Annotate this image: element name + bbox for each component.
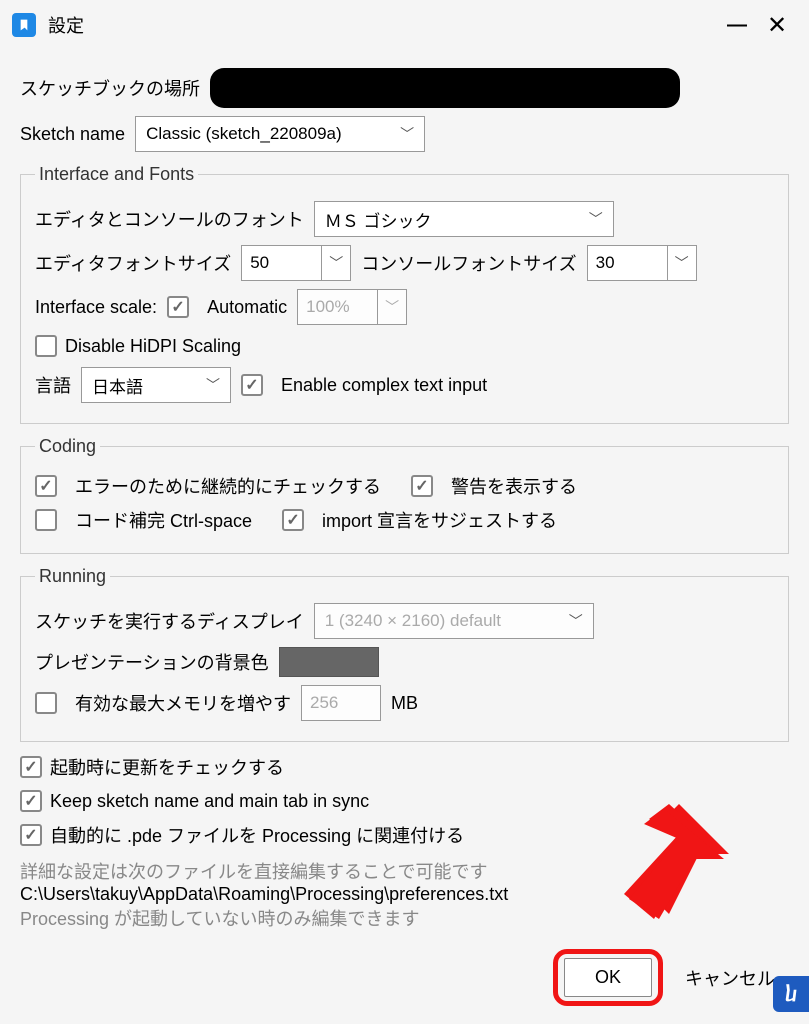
max-memory-checkbox[interactable] (35, 692, 57, 714)
titlebar: 設定 — ✕ (0, 0, 809, 50)
language-value: 日本語 (92, 373, 143, 398)
import-suggest-checkbox[interactable] (282, 509, 304, 531)
chevron-down-icon: ﹀ (400, 124, 414, 144)
chevron-down-icon: ﹀ (589, 209, 603, 229)
ok-highlight: OK (553, 949, 663, 1006)
chevron-down-icon: ﹀ (569, 611, 583, 631)
interface-fonts-group: Interface and Fonts エディタとコンソールのフォント ＭＳ ゴ… (20, 164, 789, 424)
show-warnings-checkbox[interactable] (411, 475, 433, 497)
interface-scale-value: 100% (297, 289, 377, 325)
app-icon (12, 13, 36, 37)
import-suggest-label: import 宣言をサジェストする (322, 507, 557, 533)
sketch-name-value: Classic (sketch_220809a) (146, 124, 342, 144)
editor-console-font-select[interactable]: ＭＳ ゴシック ﹀ (314, 201, 614, 237)
sketchbook-location-label: スケッチブックの場所 (20, 75, 200, 101)
running-legend: Running (35, 566, 110, 587)
chevron-down-icon: ﹀ (206, 375, 220, 395)
keep-sync-checkbox[interactable] (20, 790, 42, 812)
automatic-checkbox[interactable] (167, 296, 189, 318)
sketch-name-select[interactable]: Classic (sketch_220809a) ﹀ (135, 116, 425, 152)
coding-legend: Coding (35, 436, 100, 457)
associate-pde-checkbox[interactable] (20, 824, 42, 846)
interface-scale-label: Interface scale: (35, 297, 157, 318)
check-updates-checkbox[interactable] (20, 756, 42, 778)
presentation-bg-label: プレゼンテーションの背景色 (35, 649, 269, 675)
code-completion-label: コード補完 Ctrl-space (75, 507, 252, 533)
continuous-check-label: エラーのために継続的にチェックする (75, 473, 381, 499)
presentation-bg-swatch[interactable] (279, 647, 379, 677)
max-memory-input: 256 (301, 685, 381, 721)
keep-sync-label: Keep sketch name and main tab in sync (50, 791, 369, 812)
close-button[interactable]: ✕ (757, 11, 797, 40)
automatic-label: Automatic (207, 297, 287, 318)
max-memory-label: 有効な最大メモリを増やす (75, 690, 291, 716)
continuous-check-checkbox[interactable] (35, 475, 57, 497)
show-warnings-label: 警告を表示する (451, 473, 577, 499)
associate-pde-label: 自動的に .pde ファイルを Processing に関連付ける (50, 822, 464, 848)
editor-font-size-label: エディタフォントサイズ (35, 250, 231, 276)
editor-font-size-spinner[interactable]: 50 ﹀ (241, 245, 351, 281)
coding-group: Coding エラーのために継続的にチェックする 警告を表示する コード補完 C… (20, 436, 789, 554)
disable-hidpi-label: Disable HiDPI Scaling (65, 336, 241, 357)
minimize-button[interactable]: — (717, 14, 757, 37)
language-label: 言語 (35, 372, 71, 398)
interface-fonts-legend: Interface and Fonts (35, 164, 198, 185)
check-updates-label: 起動時に更新をチェックする (50, 754, 284, 780)
running-group: Running スケッチを実行するディスプレイ 1 (3240 × 2160) … (20, 566, 789, 742)
console-font-size-value[interactable]: 30 (587, 245, 667, 281)
editor-font-size-value[interactable]: 50 (241, 245, 321, 281)
cancel-button[interactable]: キャンセル (681, 957, 779, 999)
console-font-size-spinner[interactable]: 30 ﹀ (587, 245, 697, 281)
code-completion-checkbox[interactable] (35, 509, 57, 531)
chevron-down-icon[interactable]: ﹀ (667, 245, 697, 281)
display-label: スケッチを実行するディスプレイ (35, 608, 304, 634)
console-font-size-label: コンソールフォントサイズ (361, 250, 576, 276)
complex-text-checkbox[interactable] (241, 374, 263, 396)
editor-console-font-label: エディタとコンソールのフォント (35, 206, 304, 232)
ok-button[interactable]: OK (564, 958, 652, 997)
watermark-icon: ⴑ (773, 976, 809, 1012)
max-memory-value: 256 (310, 693, 338, 713)
editor-console-font-value: ＭＳ ゴシック (325, 207, 432, 232)
display-select[interactable]: 1 (3240 × 2160) default ﹀ (314, 603, 594, 639)
language-select[interactable]: 日本語 ﹀ (81, 367, 231, 403)
max-memory-unit: MB (391, 693, 418, 714)
window-title: 設定 (48, 12, 717, 38)
annotation-arrow (609, 804, 729, 924)
chevron-down-icon[interactable]: ﹀ (321, 245, 351, 281)
disable-hidpi-checkbox[interactable] (35, 335, 57, 357)
sketch-name-label: Sketch name (20, 124, 125, 145)
chevron-down-icon: ﹀ (377, 289, 407, 325)
sketchbook-location-redacted (210, 68, 680, 108)
display-value: 1 (3240 × 2160) default (325, 611, 501, 631)
complex-text-label: Enable complex text input (281, 375, 487, 396)
interface-scale-spinner: 100% ﹀ (297, 289, 407, 325)
